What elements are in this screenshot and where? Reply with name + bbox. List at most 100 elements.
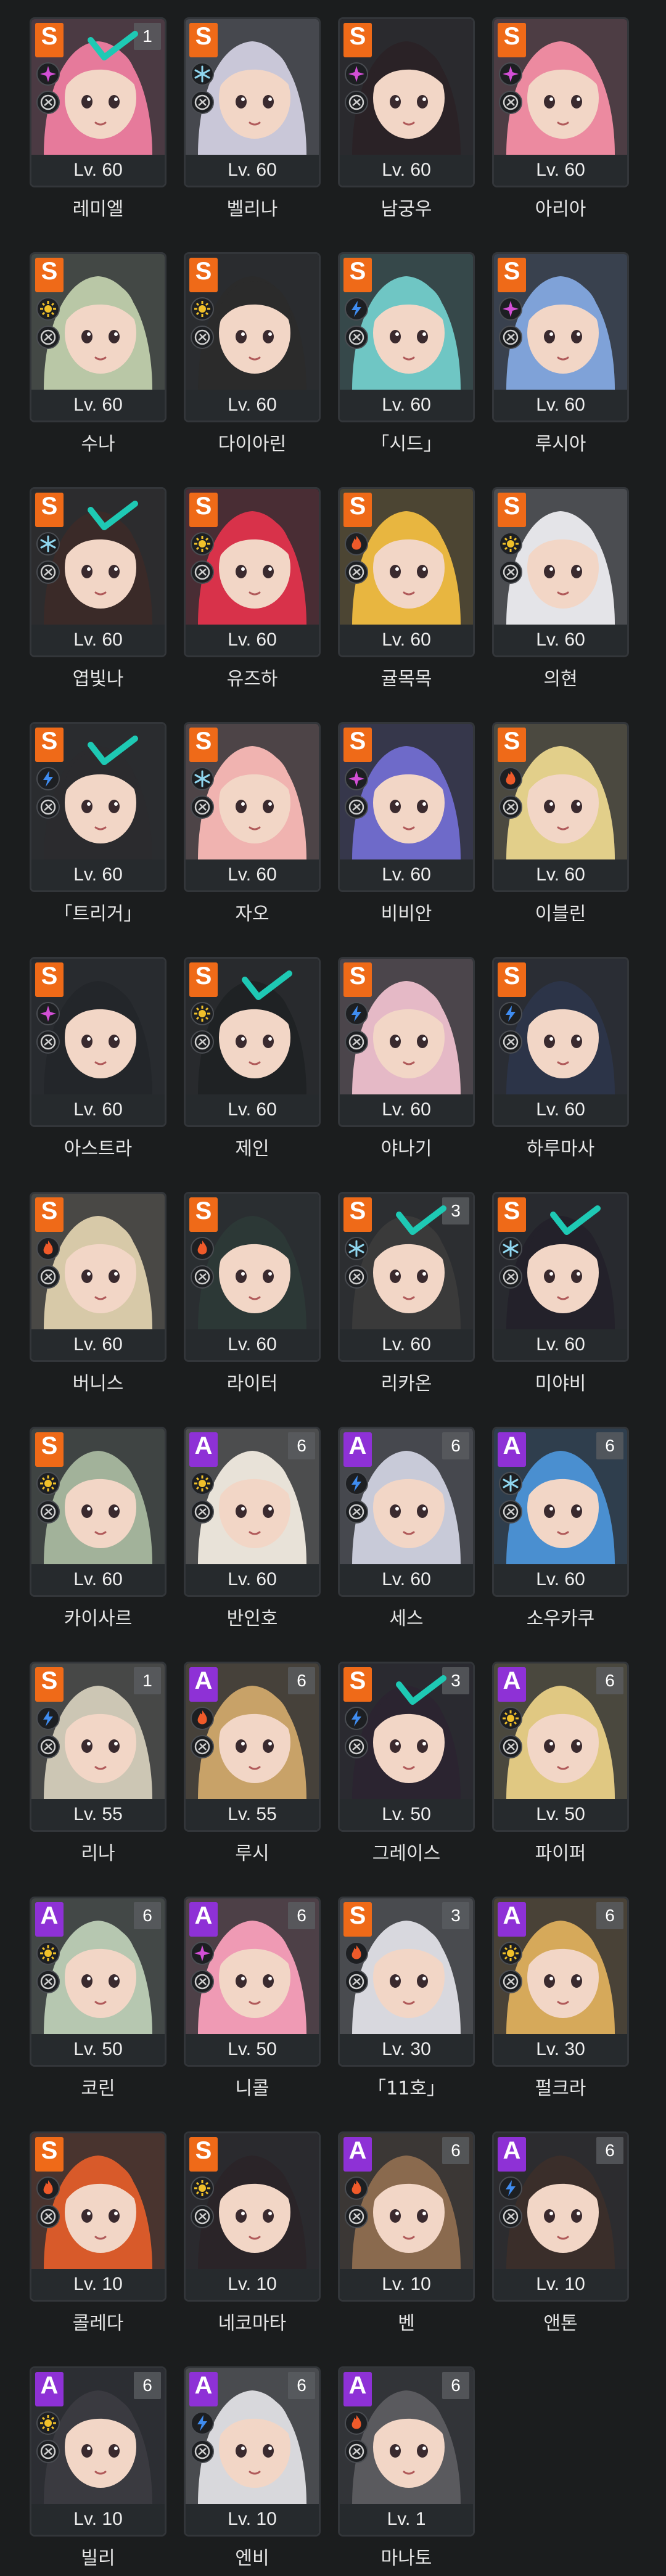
- agent-level: Lv. 60: [340, 1094, 473, 1125]
- agent-card-frame[interactable]: S 3 Lv. 60: [338, 1192, 475, 1362]
- agent-card-frame[interactable]: S Lv. 60: [30, 722, 166, 892]
- agent-level: Lv. 50: [494, 1799, 627, 1830]
- agent-card-frame[interactable]: A 6 Lv. 30: [492, 1897, 629, 2067]
- agent-card[interactable]: S Lv. 60 귤목목: [338, 487, 475, 697]
- specialty-icon: [345, 1500, 368, 1524]
- agent-card[interactable]: A 6 Lv. 60 반인호: [184, 1427, 321, 1636]
- mindscape-count-badge: 6: [596, 1432, 623, 1459]
- agent-card-frame[interactable]: S Lv. 60: [30, 957, 166, 1127]
- agent-card-frame[interactable]: S Lv. 60: [184, 722, 321, 892]
- agent-card-frame[interactable]: A 6 Lv. 50: [492, 1662, 629, 1832]
- agent-card[interactable]: S Lv. 60 「트리거」: [30, 722, 166, 932]
- mindscape-count-badge: 6: [442, 2372, 469, 2399]
- agent-card[interactable]: S Lv. 60 하루마사: [492, 957, 629, 1167]
- agent-card-frame[interactable]: A 6 Lv. 10: [492, 2131, 629, 2302]
- agent-card-frame[interactable]: S Lv. 60: [492, 487, 629, 657]
- agent-card[interactable]: S Lv. 60 버니스: [30, 1192, 166, 1401]
- agent-card-frame[interactable]: S Lv. 60: [338, 722, 475, 892]
- agent-card-frame[interactable]: S 1 Lv. 55: [30, 1662, 166, 1832]
- rank-badge: A: [498, 1902, 526, 1937]
- agent-card-frame[interactable]: S Lv. 60: [30, 1427, 166, 1597]
- agent-card-frame[interactable]: A 6 Lv. 55: [184, 1662, 321, 1832]
- agent-card-frame[interactable]: S Lv. 60: [184, 957, 321, 1127]
- agent-card[interactable]: S 3 Lv. 30 「11호」: [338, 1897, 475, 2106]
- agent-card[interactable]: A 6 Lv. 10 앤톤: [492, 2131, 629, 2341]
- agent-card[interactable]: A 6 Lv. 50 코린: [30, 1897, 166, 2106]
- agent-card-frame[interactable]: A 6 Lv. 50: [30, 1897, 166, 2067]
- agent-card[interactable]: S Lv. 60 비비안: [338, 722, 475, 932]
- agent-card[interactable]: S Lv. 10 네코마타: [184, 2131, 321, 2341]
- agent-card[interactable]: S 1 Lv. 55 리나: [30, 1662, 166, 1871]
- agent-card[interactable]: S Lv. 60 루시아: [492, 252, 629, 462]
- agent-card-frame[interactable]: S Lv. 10: [30, 2131, 166, 2302]
- agent-card[interactable]: S Lv. 60 의현: [492, 487, 629, 697]
- agent-card[interactable]: S Lv. 60 엽빛나: [30, 487, 166, 697]
- agent-card-frame[interactable]: S Lv. 60: [30, 487, 166, 657]
- agent-card-frame[interactable]: A 6 Lv. 60: [338, 1427, 475, 1597]
- agent-card[interactable]: S 1 Lv. 60 레미엘: [30, 17, 166, 227]
- agent-card[interactable]: A 6 Lv. 10 엔비: [184, 2366, 321, 2576]
- agent-card-frame[interactable]: S Lv. 60: [338, 487, 475, 657]
- agent-card-frame[interactable]: S Lv. 60: [30, 252, 166, 422]
- agent-card-frame[interactable]: A 6 Lv. 10: [184, 2366, 321, 2537]
- agent-card-frame[interactable]: S 3 Lv. 30: [338, 1897, 475, 2067]
- mindscape-count-badge: 6: [596, 1667, 623, 1694]
- agent-card-frame[interactable]: A 6 Lv. 1: [338, 2366, 475, 2537]
- agent-card-frame[interactable]: S Lv. 60: [492, 957, 629, 1127]
- agent-card-frame[interactable]: A 6 Lv. 60: [492, 1427, 629, 1597]
- agent-card-frame[interactable]: S Lv. 60: [338, 957, 475, 1127]
- specialty-icon: [499, 560, 522, 584]
- agent-card[interactable]: S Lv. 60 남궁우: [338, 17, 475, 227]
- agent-card[interactable]: A 6 Lv. 50 니콜: [184, 1897, 321, 2106]
- agent-card-frame[interactable]: S Lv. 60: [184, 17, 321, 187]
- agent-card[interactable]: S Lv. 60 수나: [30, 252, 166, 462]
- agent-card-frame[interactable]: S Lv. 60: [184, 252, 321, 422]
- agent-card[interactable]: S Lv. 10 콜레다: [30, 2131, 166, 2341]
- agent-card[interactable]: S Lv. 60 아스트라: [30, 957, 166, 1167]
- agent-card[interactable]: S Lv. 60 아리아: [492, 17, 629, 227]
- agent-card[interactable]: A 6 Lv. 10 빌리: [30, 2366, 166, 2576]
- electric-attribute-icon: [191, 2411, 214, 2435]
- agent-card[interactable]: S Lv. 60 미야비: [492, 1192, 629, 1401]
- agent-card-frame[interactable]: S Lv. 60: [492, 252, 629, 422]
- agent-card-frame[interactable]: S Lv. 60: [30, 1192, 166, 1362]
- agent-card-frame[interactable]: A 6 Lv. 10: [338, 2131, 475, 2302]
- agent-card[interactable]: A 6 Lv. 10 벤: [338, 2131, 475, 2341]
- agent-card-frame[interactable]: S Lv. 10: [184, 2131, 321, 2302]
- agent-level: Lv. 30: [340, 2034, 473, 2065]
- agent-card[interactable]: S Lv. 60 벨리나: [184, 17, 321, 227]
- agent-card-frame[interactable]: S Lv. 60: [184, 487, 321, 657]
- agent-card-frame[interactable]: A 6 Lv. 10: [30, 2366, 166, 2537]
- agent-card[interactable]: S Lv. 60 라이터: [184, 1192, 321, 1401]
- agent-card[interactable]: A 6 Lv. 30 펄크라: [492, 1897, 629, 2106]
- agent-card[interactable]: A 6 Lv. 60 세스: [338, 1427, 475, 1636]
- agent-card-frame[interactable]: S Lv. 60: [338, 17, 475, 187]
- specialty-icon: [191, 1030, 214, 1054]
- agent-card-frame[interactable]: S Lv. 60: [492, 722, 629, 892]
- rank-badge: S: [498, 962, 526, 997]
- rank-badge: S: [35, 23, 64, 57]
- agent-card-frame[interactable]: A 6 Lv. 60: [184, 1427, 321, 1597]
- agent-card[interactable]: A 6 Lv. 50 파이퍼: [492, 1662, 629, 1871]
- agent-card[interactable]: S 3 Lv. 60 리카온: [338, 1192, 475, 1401]
- agent-card-frame[interactable]: S 3 Lv. 50: [338, 1662, 475, 1832]
- agent-card-frame[interactable]: A 6 Lv. 50: [184, 1897, 321, 2067]
- agent-card-frame[interactable]: S Lv. 60: [338, 252, 475, 422]
- agent-card-frame[interactable]: S Lv. 60: [492, 17, 629, 187]
- agent-card[interactable]: S 3 Lv. 50 그레이스: [338, 1662, 475, 1871]
- agent-card[interactable]: S Lv. 60 야나기: [338, 957, 475, 1167]
- agent-card-frame[interactable]: S Lv. 60: [492, 1192, 629, 1362]
- agent-card[interactable]: S Lv. 60 이블린: [492, 722, 629, 932]
- agent-card[interactable]: S Lv. 60 다이아린: [184, 252, 321, 462]
- agent-card[interactable]: S Lv. 60 유즈하: [184, 487, 321, 697]
- agent-card[interactable]: S Lv. 60 「시드」: [338, 252, 475, 462]
- agent-card[interactable]: S Lv. 60 카이사르: [30, 1427, 166, 1636]
- agent-level: Lv. 55: [31, 1799, 165, 1830]
- agent-card[interactable]: A 6 Lv. 1 마나토: [338, 2366, 475, 2576]
- agent-card[interactable]: S Lv. 60 자오: [184, 722, 321, 932]
- agent-card-frame[interactable]: S Lv. 60: [184, 1192, 321, 1362]
- agent-card[interactable]: A 6 Lv. 60 소우카쿠: [492, 1427, 629, 1636]
- agent-card[interactable]: S Lv. 60 제인: [184, 957, 321, 1167]
- agent-card[interactable]: A 6 Lv. 55 루시: [184, 1662, 321, 1871]
- agent-card-frame[interactable]: S 1 Lv. 60: [30, 17, 166, 187]
